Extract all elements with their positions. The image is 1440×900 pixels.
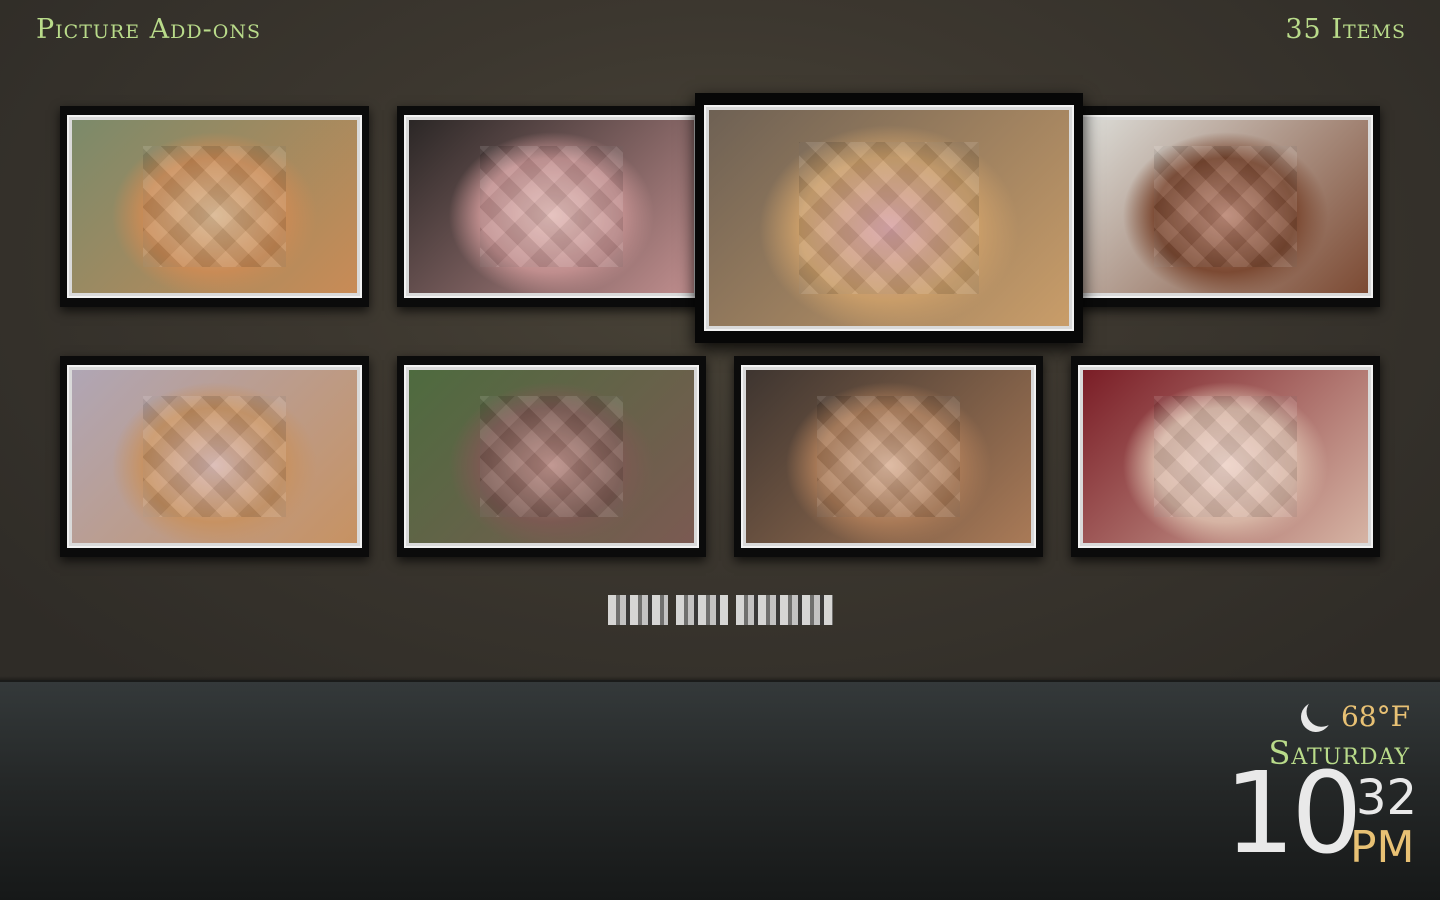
addon-tile-8[interactable] [1071, 356, 1380, 557]
privacy-blur [1154, 395, 1297, 518]
clock-ampm: PM [1350, 822, 1415, 873]
pixelated-text [608, 595, 668, 625]
privacy-blur [799, 142, 979, 294]
moon-icon [1297, 697, 1335, 735]
privacy-blur [480, 145, 623, 268]
tile-mat [67, 115, 362, 298]
privacy-blur [480, 395, 623, 518]
tile-thumbnail [409, 370, 694, 543]
privacy-blur [817, 395, 960, 518]
tile-thumbnail [72, 120, 357, 293]
item-count: 35 Items [1285, 14, 1406, 45]
addon-tile-3-focused[interactable] [695, 93, 1083, 343]
addon-tile-6[interactable] [397, 356, 706, 557]
addon-tile-7[interactable] [734, 356, 1043, 557]
tile-mat [1078, 365, 1373, 548]
pixelated-text [676, 595, 728, 625]
tile-thumbnail [746, 370, 1031, 543]
privacy-blur [1154, 145, 1297, 268]
tile-thumbnail [72, 370, 357, 543]
tile-thumbnail [1083, 120, 1368, 293]
tile-mat [1078, 115, 1373, 298]
weather-widget: 68°F [1301, 700, 1410, 733]
tile-mat [741, 365, 1036, 548]
page-title: Picture Add-ons [36, 14, 261, 45]
focused-item-label-obscured [608, 595, 833, 625]
tile-mat [404, 115, 699, 298]
clock-minute: 32 [1356, 770, 1418, 826]
pixelated-text [736, 595, 833, 625]
media-center-screen: Picture Add-ons 35 Items 68°F Saturday 1… [0, 0, 1440, 900]
addon-tile-1[interactable] [60, 106, 369, 307]
addon-tile-5[interactable] [60, 356, 369, 557]
tile-thumbnail [1083, 370, 1368, 543]
addon-tile-4[interactable] [1071, 106, 1380, 307]
addon-tile-2[interactable] [397, 106, 706, 307]
privacy-blur [143, 395, 286, 518]
tile-thumbnail [409, 120, 694, 293]
tile-mat [67, 365, 362, 548]
clock-hour: 10 [1224, 749, 1363, 879]
tile-thumbnail [709, 110, 1069, 326]
temperature: 68°F [1340, 700, 1410, 733]
privacy-blur [143, 145, 286, 268]
tile-mat [404, 365, 699, 548]
tile-mat [704, 105, 1074, 331]
